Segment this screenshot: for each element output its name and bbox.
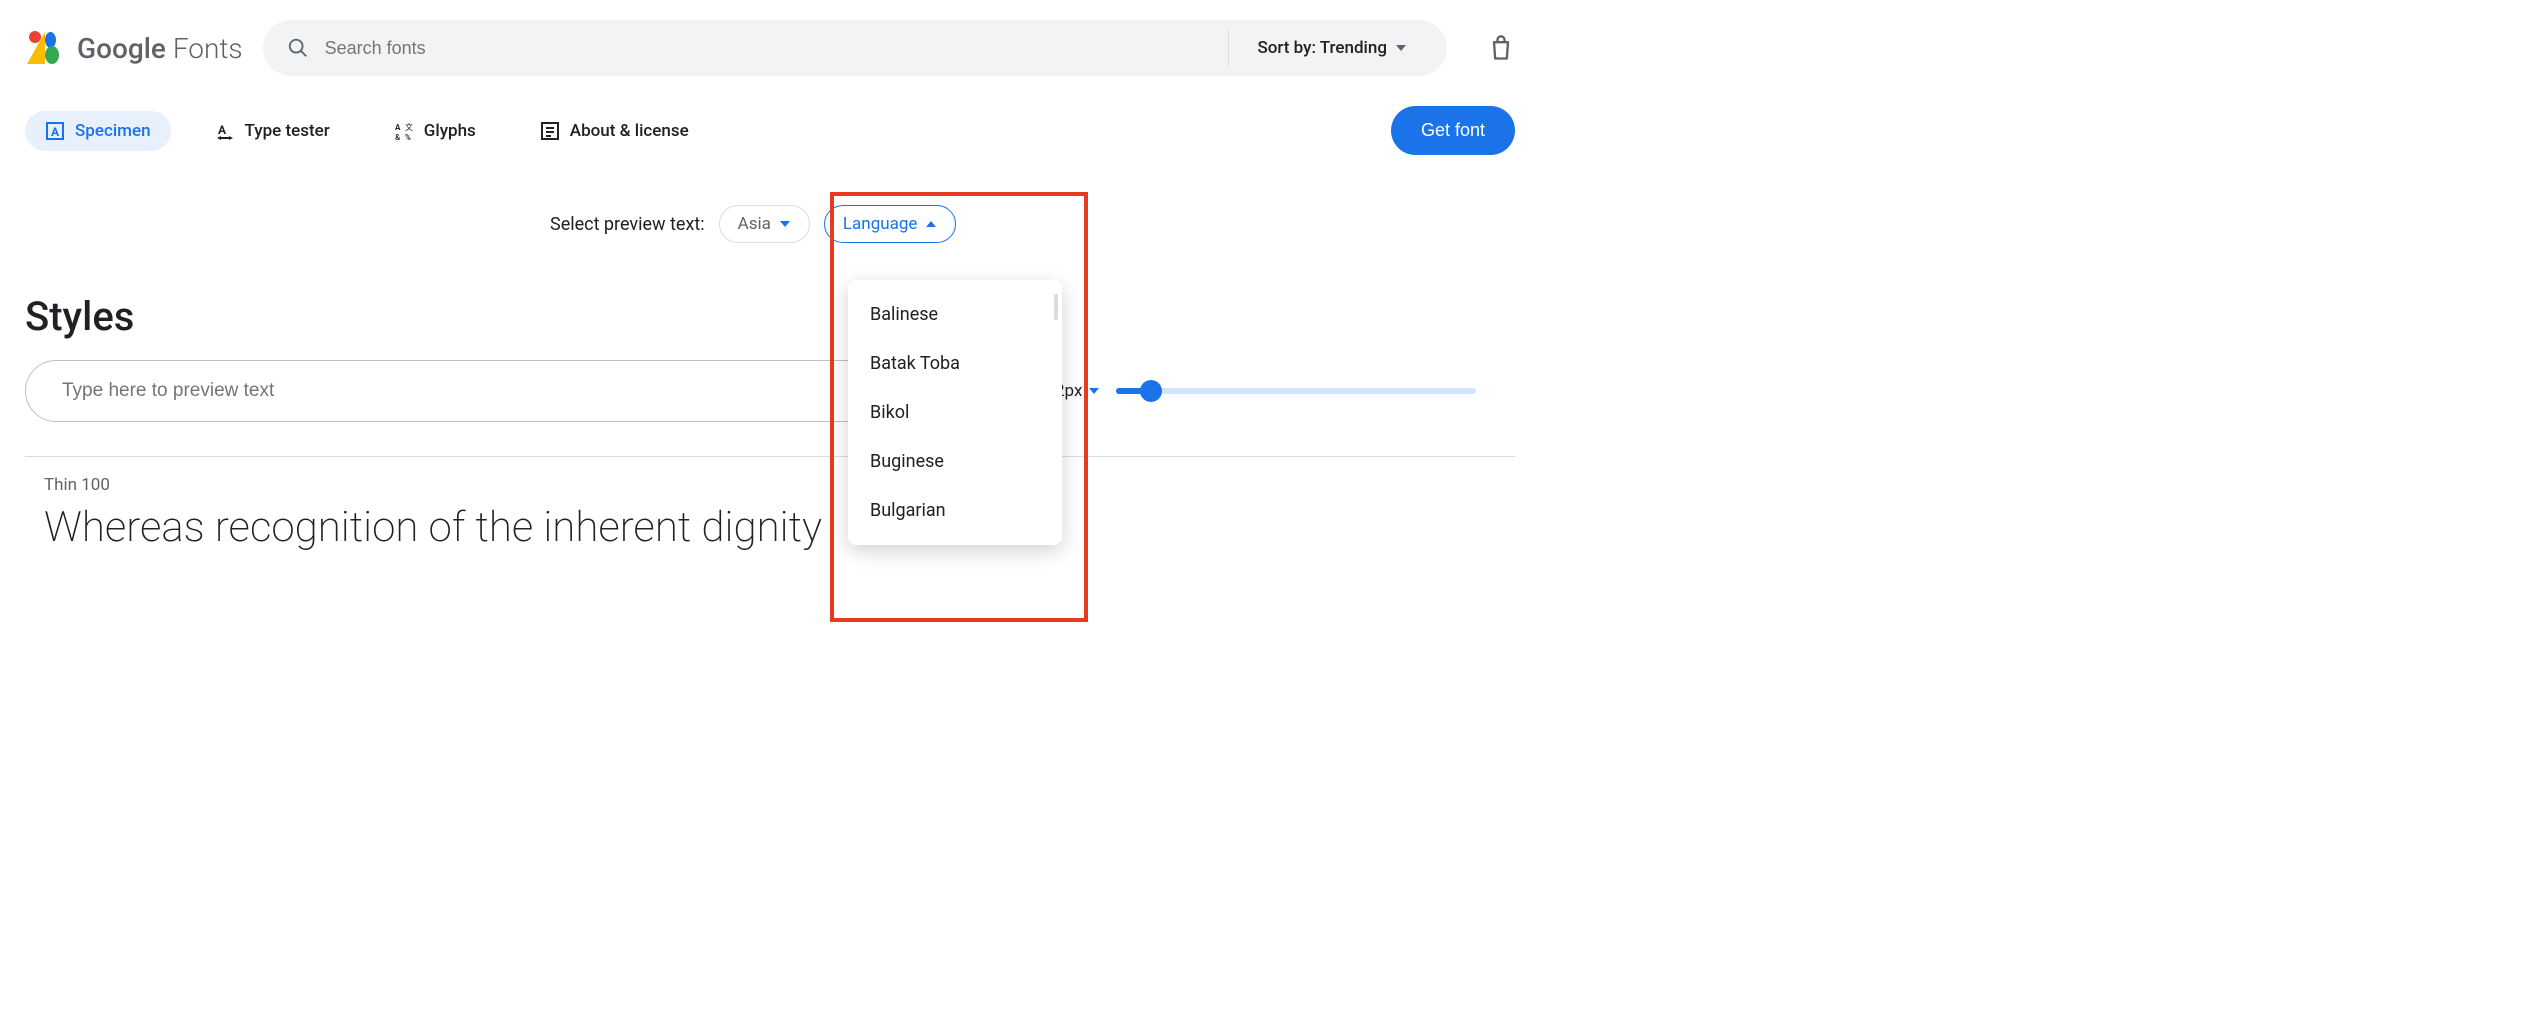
chevron-down-icon <box>1395 42 1407 54</box>
preview-text-selector: Select preview text: Asia Language <box>0 195 1540 253</box>
language-option[interactable]: Balinese <box>848 290 1062 339</box>
language-option[interactable]: Bikol <box>848 388 1062 437</box>
logo[interactable]: Google Fonts <box>25 28 243 68</box>
tab-about-license[interactable]: About & license <box>520 111 709 151</box>
preview-controls: 2px <box>0 360 1540 422</box>
type-tester-icon: A <box>215 121 235 141</box>
about-icon <box>540 121 560 141</box>
specimen-icon: A <box>45 121 65 141</box>
search-input[interactable] <box>325 38 1221 59</box>
region-dropdown[interactable]: Asia <box>719 205 810 243</box>
svg-text:文: 文 <box>405 122 413 132</box>
tab-label: Specimen <box>75 121 151 141</box>
language-dropdown[interactable]: Language <box>824 205 957 243</box>
tab-specimen[interactable]: A Specimen <box>25 111 171 151</box>
slider-thumb[interactable] <box>1140 380 1162 402</box>
sort-label: Sort by: Trending <box>1257 38 1387 58</box>
tabs: A Specimen A Type tester A文&% Glyphs Abo… <box>0 96 1540 185</box>
chevron-down-icon <box>779 218 791 230</box>
scrollbar-thumb[interactable] <box>1054 294 1058 320</box>
svg-text:A: A <box>51 125 60 139</box>
tab-glyphs[interactable]: A文&% Glyphs <box>374 111 496 151</box>
styles-heading: Styles <box>0 253 1540 360</box>
glyphs-icon: A文&% <box>394 121 414 141</box>
language-dropdown-menu: Balinese Batak Toba Bikol Buginese Bulga… <box>848 280 1062 545</box>
tab-label: Glyphs <box>424 121 476 141</box>
preview-text-input[interactable] <box>25 360 955 422</box>
brand-text: Google Fonts <box>77 32 243 65</box>
region-value: Asia <box>738 214 771 234</box>
preview-label: Select preview text: <box>550 214 705 235</box>
language-option[interactable]: Bulgarian <box>848 486 1062 535</box>
size-control: 2px <box>1055 381 1476 401</box>
language-option[interactable]: Buginese <box>848 437 1062 486</box>
tab-label: Type tester <box>245 121 330 141</box>
svg-text:A: A <box>395 123 401 132</box>
language-value: Language <box>843 214 918 234</box>
language-option[interactable]: Batak Toba <box>848 339 1062 388</box>
tab-label: About & license <box>570 121 689 141</box>
chevron-up-icon <box>925 218 937 230</box>
search-icon <box>287 37 309 59</box>
sort-by-dropdown[interactable]: Sort by: Trending <box>1228 30 1423 66</box>
chevron-down-icon <box>1088 385 1100 397</box>
sample-text: Whereas recognition of the inherent dign… <box>0 495 1540 572</box>
weight-label: Thin 100 <box>0 457 1540 495</box>
svg-text:%: % <box>405 133 411 141</box>
google-fonts-logo-icon <box>25 28 65 68</box>
tab-type-tester[interactable]: A Type tester <box>195 111 350 151</box>
svg-text:A: A <box>218 123 227 137</box>
svg-text:&: & <box>395 133 401 141</box>
header: Google Fonts Sort by: Trending <box>0 0 1540 96</box>
size-slider[interactable] <box>1116 388 1476 394</box>
search-container: Sort by: Trending <box>263 20 1447 76</box>
get-font-button[interactable]: Get font <box>1391 106 1515 155</box>
shopping-bag-icon[interactable] <box>1487 34 1515 62</box>
